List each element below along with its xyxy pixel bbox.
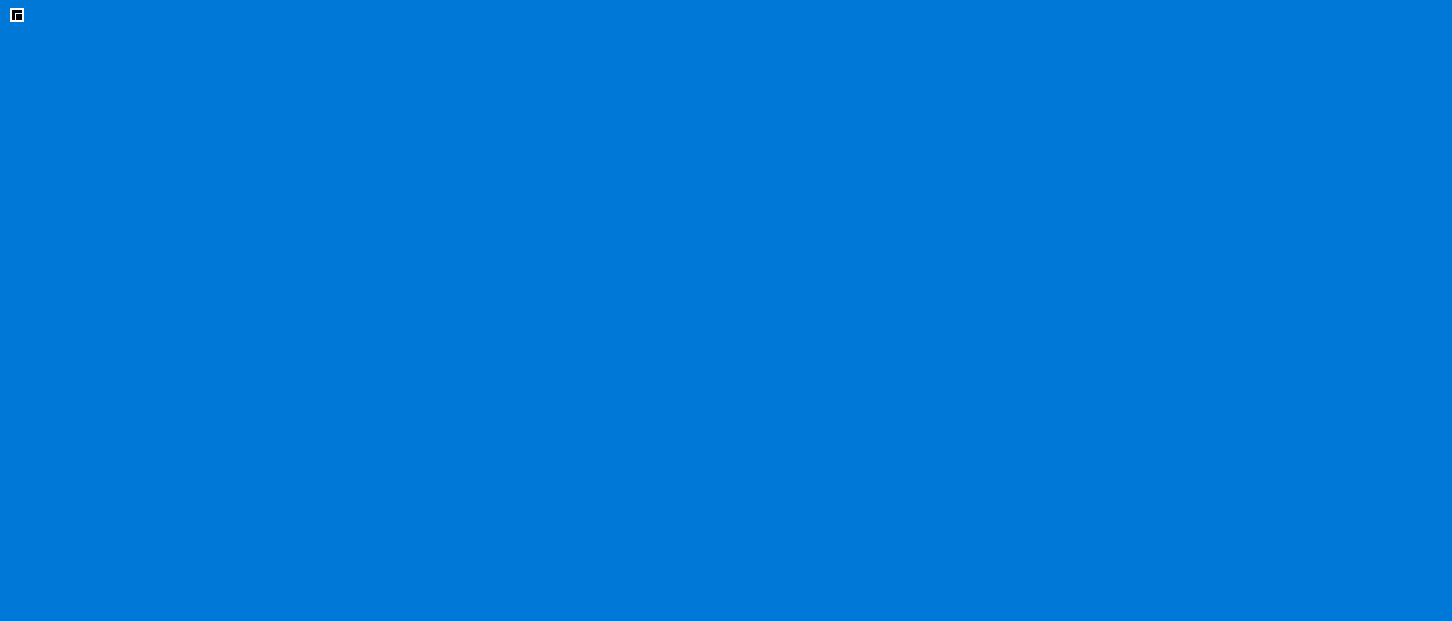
app-icon	[10, 8, 24, 22]
title-bar	[0, 0, 1452, 31]
